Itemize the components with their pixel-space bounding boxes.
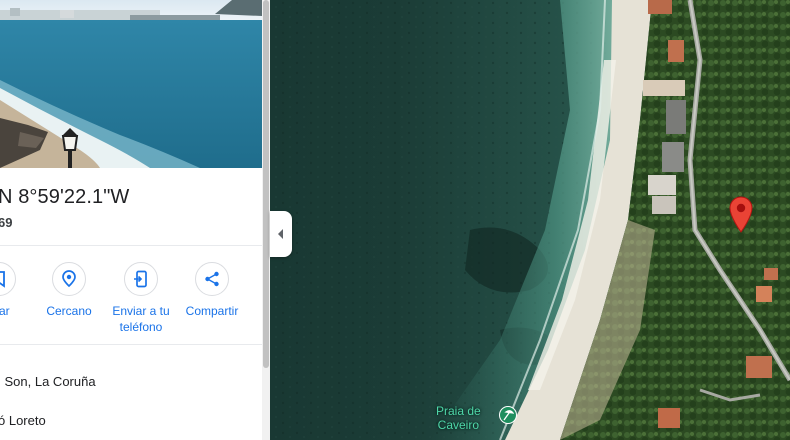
beach-label-line1: Praia de bbox=[436, 404, 481, 418]
beach-icon[interactable] bbox=[499, 406, 517, 424]
share-label: Compartir bbox=[185, 304, 239, 318]
maps-window: N 8°59'22.1"W 69 rdar Cercano Enviar a bbox=[0, 0, 790, 440]
save-label: rdar bbox=[0, 304, 10, 318]
share-icon bbox=[195, 262, 229, 296]
collapse-panel-button[interactable] bbox=[270, 211, 292, 257]
locality-row[interactable]: ó Loreto bbox=[0, 413, 46, 428]
coordinates-title: N 8°59'22.1"W bbox=[0, 186, 130, 208]
save-button[interactable]: rdar bbox=[0, 262, 34, 319]
send-to-phone-icon bbox=[124, 262, 158, 296]
divider bbox=[0, 245, 262, 246]
nearby-icon bbox=[52, 262, 86, 296]
share-button[interactable]: Compartir bbox=[177, 262, 247, 319]
chevron-left-icon bbox=[278, 229, 283, 239]
beach-label[interactable]: Praia de Caveiro bbox=[436, 404, 481, 432]
divider bbox=[0, 344, 262, 345]
beach-label-line2: Caveiro bbox=[437, 418, 480, 432]
plus-code: 69 bbox=[0, 215, 13, 230]
nearby-label: Cercano bbox=[46, 304, 92, 318]
place-photo[interactable] bbox=[0, 0, 262, 168]
action-bar: rdar Cercano Enviar a tu teléfono Compar… bbox=[0, 262, 262, 342]
address-row[interactable]: l Son, La Coruña bbox=[0, 374, 96, 389]
nearby-button[interactable]: Cercano bbox=[34, 262, 104, 319]
scrollbar-thumb[interactable] bbox=[263, 0, 269, 368]
place-panel: N 8°59'22.1"W 69 rdar Cercano Enviar a bbox=[0, 0, 262, 440]
send-to-phone-label: Enviar a tu teléfono bbox=[112, 304, 170, 334]
panel-scrollbar[interactable] bbox=[262, 0, 270, 440]
send-to-phone-button[interactable]: Enviar a tu teléfono bbox=[106, 262, 176, 335]
bookmark-icon bbox=[0, 262, 16, 296]
location-pin-icon[interactable] bbox=[728, 195, 754, 233]
